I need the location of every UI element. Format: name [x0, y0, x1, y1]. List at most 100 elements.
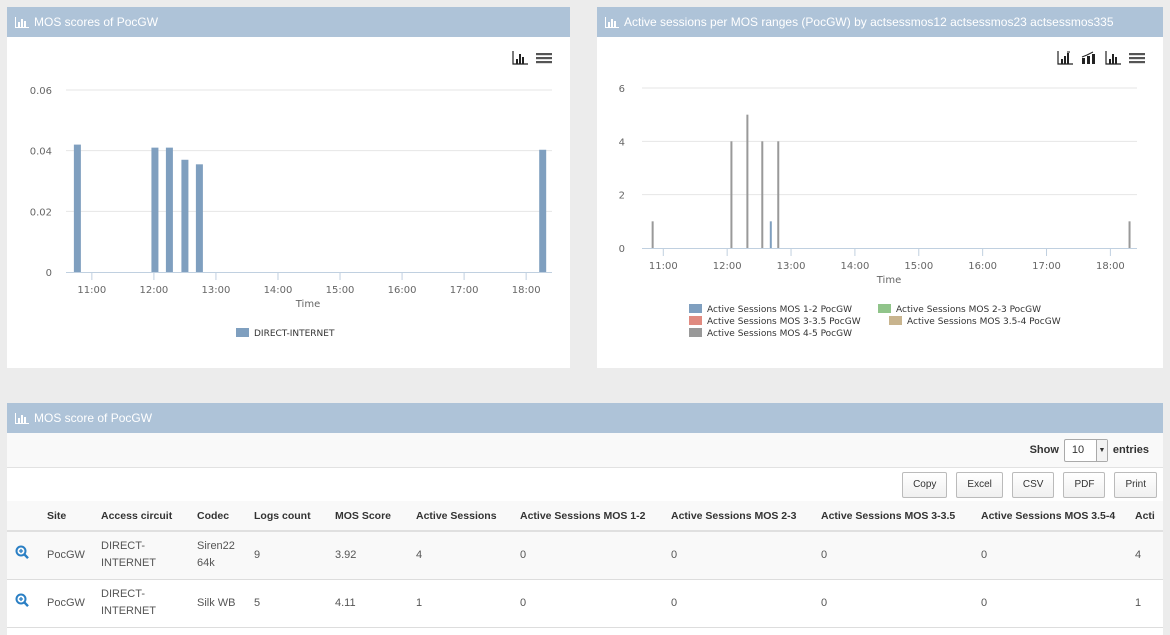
cell-logs-count: 5: [254, 596, 261, 609]
cell-access-circuit: DIRECT- INTERNET: [93, 531, 189, 579]
legend-swatch: [689, 316, 702, 325]
col-logs-count[interactable]: Logs count: [246, 501, 327, 531]
cell-mos-1-2: 0: [520, 596, 527, 609]
x-tick-label: 12:00: [139, 285, 168, 296]
codec-line-2: 64k: [197, 557, 215, 570]
col-site[interactable]: Site: [39, 501, 93, 531]
x-tick-label: 13:00: [777, 261, 806, 272]
legend-swatch: [689, 304, 702, 313]
table-row: PocGW DIRECT- INTERNET Silk WB 5 4.11 1 0…: [7, 579, 1163, 627]
col-mos-score[interactable]: MOS Score: [327, 501, 408, 531]
cell-site: PocGW: [47, 548, 85, 561]
y-tick-label: 0.04: [30, 147, 52, 158]
y-tick-label: 6: [619, 84, 625, 95]
cell-codec: Siren22 64k: [189, 531, 246, 579]
col-codec[interactable]: Codec: [189, 501, 246, 531]
y-tick-label: 0: [46, 268, 52, 279]
entries-label: entries: [1112, 444, 1149, 456]
mos-chart: 0 0.02 0.04 0.06 11:00 12:00 13:00 14:00 15:00 16…: [30, 86, 552, 339]
legend-swatch: [889, 316, 902, 325]
pdf-button[interactable]: PDF: [1063, 471, 1106, 498]
x-tick-label: 16:00: [968, 261, 997, 272]
bar-chart-icon: [15, 412, 29, 424]
col-mos-3-5-4[interactable]: Active Sessions MOS 3.5-4: [973, 501, 1127, 531]
x-tick-label: 11:00: [77, 285, 106, 296]
y-tick-label: 0: [619, 244, 625, 255]
export-buttons: Copy Excel CSV PDF Print: [7, 468, 1163, 501]
y-tick-label: 0.06: [30, 86, 52, 97]
y-tick-label: 4: [619, 137, 625, 148]
x-axis-title: Time: [876, 275, 901, 286]
legend-label: DIRECT-INTERNET: [254, 329, 335, 339]
x-tick-label: 13:00: [202, 285, 231, 296]
legend-swatch: [878, 304, 891, 313]
table-row: PocGW DIRECT- INTERNET Siren22 64k 9 3.92 …: [7, 531, 1163, 579]
bar: [777, 141, 780, 248]
y-tick-label: 0.02: [30, 207, 52, 218]
cell-active-sessions: 4: [416, 548, 423, 561]
col-mos-1-2[interactable]: Active Sessions MOS 1-2: [512, 501, 663, 531]
x-tick-label: 17:00: [450, 285, 479, 296]
x-tick-label: 12:00: [713, 261, 742, 272]
legend-label: Active Sessions MOS 2-3 PocGW: [896, 305, 1041, 315]
cell-mos-score: 4.11: [335, 596, 356, 609]
x-tick-label: 18:00: [512, 285, 541, 296]
cell-mos-1-2: 0: [520, 548, 527, 561]
legend-swatch: [236, 328, 249, 337]
col-access-circuit[interactable]: Access circuit: [93, 501, 189, 531]
bar: [165, 147, 173, 272]
bar: [730, 141, 733, 248]
x-tick-label: 16:00: [388, 285, 417, 296]
sessions-chart: 0 2 4 6 11:00 12:00 13:00 14:00 15:00 16:00 17:00 1…: [619, 84, 1137, 339]
zoom-in-icon[interactable]: [15, 545, 29, 566]
mos-table-header: MOS score of PocGW: [7, 403, 1163, 433]
cell-mos-score: 3.92: [335, 548, 357, 561]
bar: [761, 141, 764, 248]
cell-mos-3-5-4: 0: [981, 548, 988, 561]
bar: [746, 114, 749, 249]
table-length-control: Show 10 ▼ entries: [7, 433, 1163, 468]
x-tick-label: 14:00: [840, 261, 869, 272]
x-tick-label: 15:00: [326, 285, 355, 296]
zoom-in-icon[interactable]: [15, 593, 29, 614]
print-button[interactable]: Print: [1114, 471, 1157, 498]
col-mos-4-5[interactable]: Acti: [1127, 501, 1163, 531]
x-tick-label: 11:00: [649, 261, 678, 272]
cell-mos-3-3-5: 0: [821, 596, 828, 609]
x-tick-label: 14:00: [264, 285, 293, 296]
cell-mos-3-3-5: 0: [821, 548, 828, 561]
bar: [651, 221, 654, 248]
cell-site: PocGW: [47, 596, 85, 609]
excel-button[interactable]: Excel: [956, 471, 1003, 498]
legend-label: Active Sessions MOS 3-3.5 PocGW: [707, 317, 861, 327]
cell-active-sessions: 1: [416, 596, 423, 609]
circuit-line-2: INTERNET: [101, 557, 156, 570]
csv-button[interactable]: CSV: [1011, 471, 1055, 498]
bar: [73, 144, 81, 272]
bar: [769, 221, 772, 248]
table-header-row: Site Access circuit Codec Logs count MOS…: [7, 501, 1163, 531]
cell-mos-4-5: 4: [1135, 548, 1142, 561]
col-mos-3-3-5[interactable]: Active Sessions MOS 3-3.5: [813, 501, 973, 531]
copy-button[interactable]: Copy: [902, 471, 948, 498]
circuit-line-1: DIRECT-: [101, 540, 145, 553]
mos-table-panel: MOS score of PocGW Show 10 ▼ entries Cop…: [7, 403, 1163, 635]
page-size-select[interactable]: 10 ▼: [1063, 438, 1108, 462]
chevron-down-icon: ▼: [1095, 439, 1107, 461]
col-active-sessions[interactable]: Active Sessions: [408, 501, 512, 531]
circuit-line-1: DIRECT-: [101, 588, 145, 600]
cell-logs-count: 9: [254, 548, 261, 561]
x-tick-label: 18:00: [1096, 261, 1125, 272]
legend-label: Active Sessions MOS 1-2 PocGW: [707, 305, 852, 315]
mos-table-title: MOS score of PocGW: [34, 411, 153, 425]
col-mos-2-3[interactable]: Active Sessions MOS 2-3: [663, 501, 813, 531]
codec-line-1: Siren22: [197, 540, 235, 553]
y-tick-label: 2: [619, 191, 625, 202]
cell-mos-2-3: 0: [671, 596, 678, 609]
bar: [181, 159, 189, 272]
x-tick-label: 15:00: [904, 261, 933, 272]
bar: [1128, 221, 1131, 248]
bar: [195, 164, 203, 272]
page-size-value: 10: [1071, 444, 1085, 456]
cell-mos-2-3: 0: [671, 548, 678, 561]
